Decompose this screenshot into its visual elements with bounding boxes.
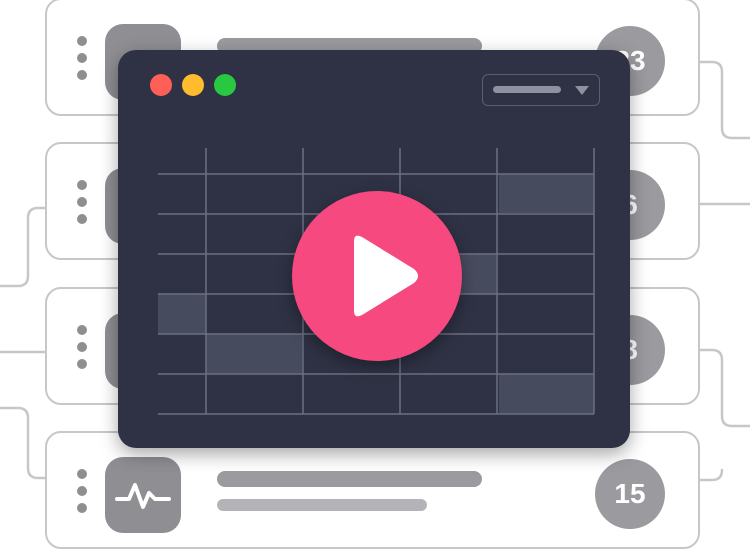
play-button[interactable]: [292, 191, 462, 361]
list-item[interactable]: 15: [45, 431, 700, 549]
title-placeholder: [217, 471, 482, 487]
drag-handle-icon[interactable]: [77, 180, 87, 224]
count-badge: 15: [595, 459, 665, 529]
grid-cell-highlight: [206, 334, 302, 374]
pulse-icon: [115, 483, 171, 509]
grid-cell-highlight: [499, 374, 594, 414]
activity-icon: [105, 457, 181, 533]
subtitle-placeholder: [217, 499, 427, 511]
grid-cell-highlight: [499, 174, 594, 213]
drag-handle-icon[interactable]: [77, 325, 87, 369]
play-icon: [354, 235, 418, 317]
drag-handle-icon[interactable]: [77, 469, 87, 513]
app-window: [118, 50, 630, 448]
drag-handle-icon[interactable]: [77, 36, 87, 80]
grid-cell-highlight: [158, 294, 206, 334]
